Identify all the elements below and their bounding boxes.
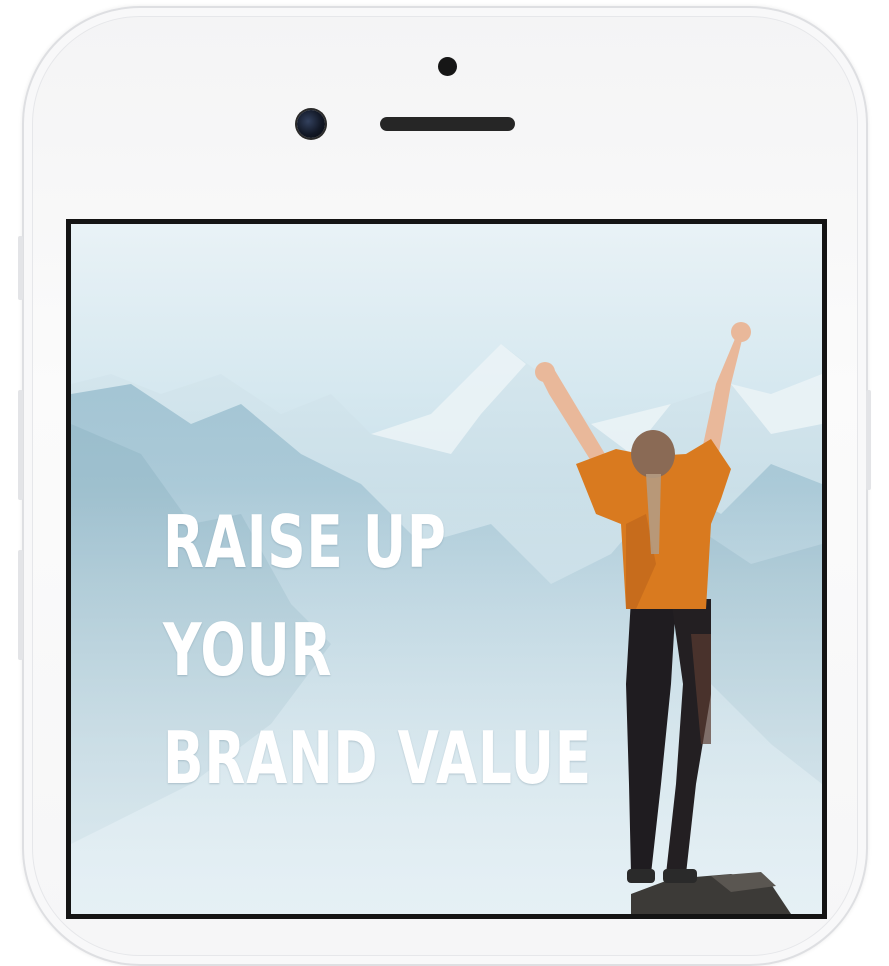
power-button bbox=[866, 390, 871, 490]
earpiece-speaker bbox=[380, 117, 515, 131]
headline-text: RAISE UP YOUR BRAND VALUE bbox=[163, 488, 743, 812]
proximity-sensor bbox=[438, 57, 457, 76]
volume-up-button bbox=[18, 390, 23, 500]
headline-line-2: YOUR bbox=[163, 608, 333, 692]
mute-switch bbox=[18, 236, 23, 300]
headline-line-3: BRAND VALUE bbox=[163, 716, 592, 800]
volume-down-button bbox=[18, 550, 23, 660]
phone-screen: RAISE UP YOUR BRAND VALUE bbox=[66, 219, 827, 919]
front-camera-icon bbox=[297, 110, 325, 138]
headline-line-1: RAISE UP bbox=[163, 500, 447, 584]
